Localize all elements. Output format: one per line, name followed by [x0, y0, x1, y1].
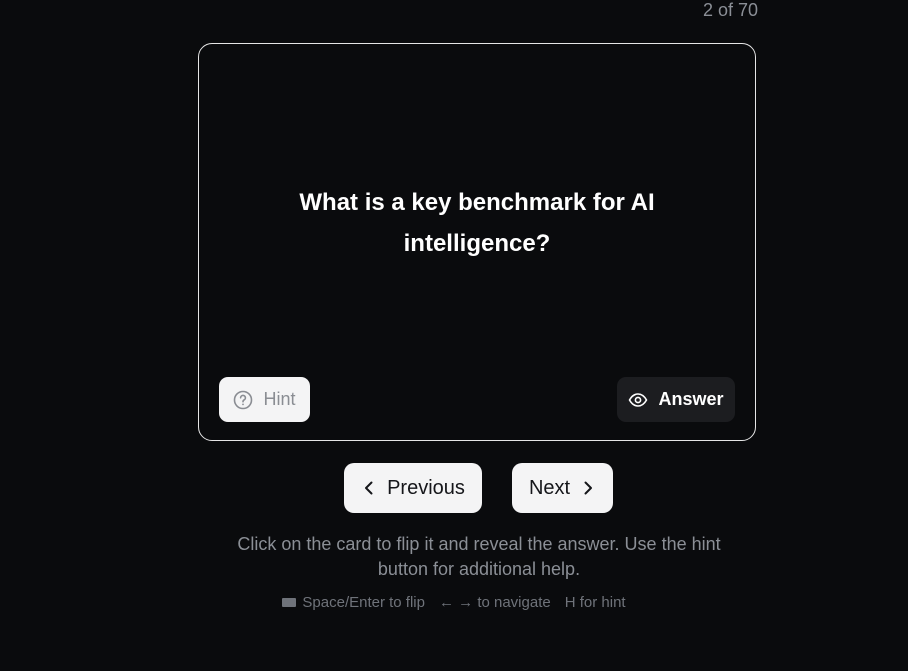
instructions-text: Click on the card to flip it and reveal … [237, 534, 721, 579]
shortcut-flip-label: Space/Enter to flip [302, 594, 425, 611]
hint-label: Hint [263, 389, 296, 409]
question-circle-icon [233, 390, 253, 410]
previous-button[interactable]: Previous [344, 463, 482, 513]
chevron-left-icon [361, 480, 377, 496]
chevron-right-icon [580, 480, 596, 496]
keyboard-icon [282, 597, 297, 607]
shortcut-flip: Space/Enter to flip [282, 594, 425, 612]
shortcut-hint: H for hint [564, 594, 626, 611]
eye-icon [628, 390, 648, 410]
answer-button[interactable]: Answer [617, 377, 735, 422]
previous-label: Previous [387, 476, 465, 499]
next-label: Next [528, 476, 571, 499]
keyboard-shortcuts: Space/Enter to flip ← → to navigate H fo… [0, 594, 908, 612]
next-button[interactable]: Next [512, 463, 613, 513]
shortcut-navigate: ← → to navigate [438, 594, 551, 611]
progress-counter: 2 of 70 [702, 0, 758, 20]
card-question: What is a key benchmark for AI intellige… [299, 189, 655, 257]
flashcard-page: 2 of 70 What is a key benchmark for AI i… [0, 0, 908, 671]
hint-button[interactable]: Hint [219, 377, 310, 422]
flashcard[interactable]: What is a key benchmark for AI intellige… [198, 43, 756, 441]
answer-label: Answer [658, 389, 724, 409]
